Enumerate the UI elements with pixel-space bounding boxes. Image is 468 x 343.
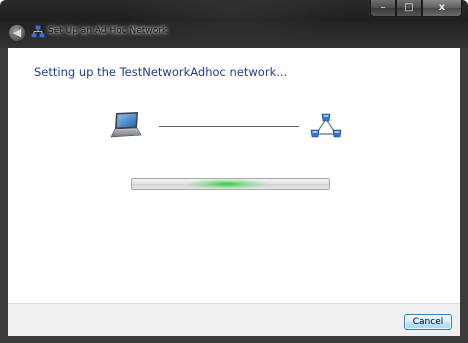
cancel-button[interactable]: Cancel xyxy=(404,314,452,330)
adhoc-network-icon xyxy=(310,113,342,138)
minimize-button[interactable]: – xyxy=(370,0,396,17)
dialog-footer: Cancel xyxy=(8,303,460,336)
progress-marquee xyxy=(187,179,267,189)
title-bar[interactable]: – □ x ◀ Set Up an Ad Hoc Network xyxy=(0,0,468,48)
window-title: Set Up an Ad Hoc Network xyxy=(48,26,168,36)
maximize-button[interactable]: □ xyxy=(396,0,422,17)
caption-buttons: – □ x xyxy=(370,0,462,17)
back-button[interactable]: ◀ xyxy=(8,24,26,42)
page-heading: Setting up the TestNetworkAdhoc network.… xyxy=(34,65,288,79)
network-icon xyxy=(31,25,45,38)
content-area: Setting up the TestNetworkAdhoc network.… xyxy=(8,48,460,303)
close-button[interactable]: x xyxy=(422,0,462,17)
connection-line xyxy=(159,126,299,127)
laptop-icon xyxy=(110,112,142,138)
progress-bar xyxy=(131,178,330,190)
dialog-window: – □ x ◀ Set Up an Ad Hoc Network Setting… xyxy=(0,0,468,343)
